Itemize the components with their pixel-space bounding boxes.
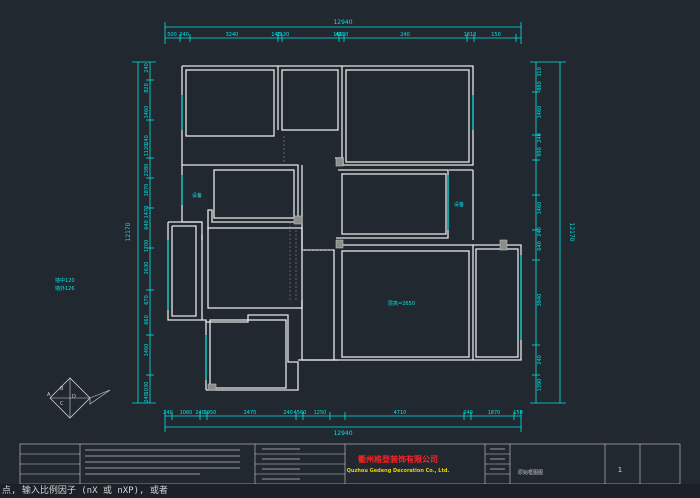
company-name-en: Quzhou Gedeng Decoration Co., Ltd. <box>347 468 450 474</box>
top-total-dimension: 12940 <box>333 19 352 26</box>
top-dimension-label: 1810 <box>464 32 477 38</box>
right-dimensions <box>530 61 566 404</box>
left-total-dimension: 12170 <box>125 222 132 241</box>
left-dimension-label: 640 <box>144 220 150 230</box>
bottom-dimension-label: 240 <box>283 410 293 416</box>
left-dimension-label: 1030 <box>144 382 150 395</box>
drawing-title: 原始框图图 <box>518 469 543 476</box>
left-dimension-label: 1470 <box>144 206 150 219</box>
left-dimension-label: 1460 <box>144 106 150 119</box>
compass-letter-b: B <box>60 386 64 392</box>
right-dimension-label: 310 <box>537 67 543 77</box>
bottom-dimension-label: 240 <box>463 410 473 416</box>
right-total-dimension: 12170 <box>568 222 575 241</box>
dimension-text-layer: 500 240 3240 1402120 1504530 240 1810 150240 106… <box>144 32 543 416</box>
top-dimension-label: 150 <box>491 32 501 38</box>
cad-drawing-area[interactable]: 500 240 3240 140 2120 150 4530 240 1810 150 240 106… <box>0 0 700 498</box>
wall-note-center: 墙中120 <box>55 277 75 284</box>
bottom-dimension-label: 1250 <box>314 410 327 416</box>
left-dimension-label: 660 <box>144 315 150 325</box>
room-label-balcony-left: 设备 <box>192 192 202 199</box>
left-dimension-label: 2630 <box>144 262 150 275</box>
left-dimension-label: 670 <box>144 295 150 305</box>
floor-plan-canvas[interactable]: 500 240 3240 1402120 1504530 240 1810 150240 106… <box>0 0 700 485</box>
top-dimension-label: 500 <box>167 32 177 38</box>
top-dimension-label: 3240 <box>226 32 239 38</box>
left-dimension-label: 1460 <box>144 344 150 357</box>
right-dimension-label: 990 <box>537 147 543 157</box>
right-dimension-label: 3840 <box>537 294 543 307</box>
left-dimension-label: 820 <box>144 83 150 93</box>
compass-marker <box>49 377 111 419</box>
wall-note-outer: 墙外126 <box>55 285 75 292</box>
right-dimension-label: 880 <box>537 81 543 91</box>
left-dimension-label: 240 <box>144 135 150 145</box>
bottom-dimension-label: 240 <box>163 410 173 416</box>
right-dimension-label: 640 <box>537 241 543 251</box>
left-dimension-label: 240 <box>144 393 150 403</box>
right-dimension-label: 240 <box>537 355 543 365</box>
left-dimension-label: 2380 <box>144 164 150 177</box>
left-dimension-label: 1700 <box>144 240 150 253</box>
bottom-dimension-label: 150 <box>513 410 523 416</box>
structural-columns <box>207 157 508 391</box>
company-name-cn: 衢州格登装饰有限公司 <box>358 454 438 464</box>
bottom-dimension-label: 3950 <box>204 410 217 416</box>
right-dimension-label: 240 <box>537 133 543 143</box>
sheet-number: 1 <box>618 466 622 474</box>
bottom-dimension-label: 4560 <box>294 410 307 416</box>
room-label-balcony-right: 设备 <box>454 201 464 208</box>
top-dimension-label: 4530 <box>336 32 349 38</box>
floor-plan-walls[interactable] <box>167 65 522 391</box>
top-dimension-label: 240 <box>400 32 410 38</box>
right-dimension-label: 1460 <box>537 106 543 119</box>
bottom-dimension-label: 1060 <box>180 410 193 416</box>
bottom-dimension-label: 1870 <box>488 410 501 416</box>
right-dimension-label: 1390 <box>537 379 543 392</box>
bottom-dimension-label: 2470 <box>244 410 257 416</box>
bottom-total-dimension: 12940 <box>333 430 352 437</box>
bottom-dimension-label: 4710 <box>394 410 407 416</box>
top-dimension-label: 240 <box>179 32 189 38</box>
compass-letter-d: D <box>72 394 76 400</box>
right-dimension-label: 1460 <box>537 202 543 215</box>
right-dimension-label: 240 <box>537 227 543 237</box>
compass-letter-a: A <box>47 392 51 398</box>
command-line[interactable]: 点, 输入比例因子 (nX 或 nXP), 或者 <box>0 484 700 498</box>
left-dimension-label: 1120 <box>144 144 150 157</box>
left-dimension-label: 1870 <box>144 184 150 197</box>
room-label-main-room: 层高=2650 <box>388 300 415 307</box>
top-dimension-label: 2120 <box>277 32 290 38</box>
compass-letter-c: C <box>60 401 64 407</box>
left-dimension-label: 240 <box>144 63 150 73</box>
